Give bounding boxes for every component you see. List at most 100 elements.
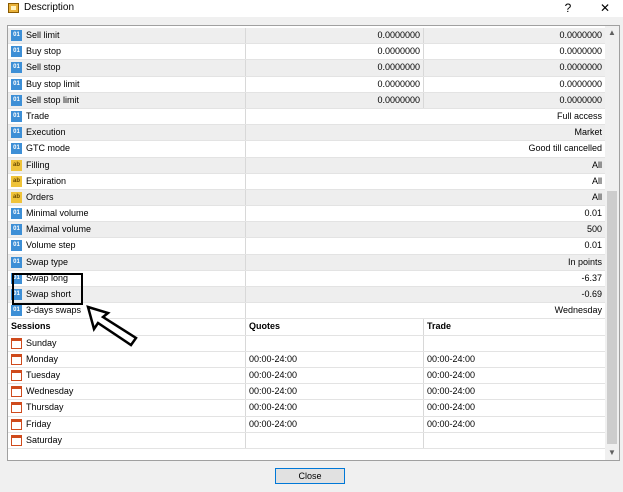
vertical-scrollbar[interactable]: ▲ ▼ — [605, 26, 619, 460]
session-day-cell: Friday — [8, 416, 246, 432]
session-trade: 00:00-24:00 — [427, 418, 476, 429]
property-row[interactable]: 01 Swap long -6.37 — [8, 270, 605, 287]
property-row[interactable]: 01 Swap type In points — [8, 254, 605, 271]
property-name: Trade — [26, 110, 50, 121]
property-value-cell: All — [246, 174, 605, 189]
session-trade-cell: 00:00-24:00 — [424, 400, 605, 415]
property-value-cell: Wednesday — [246, 303, 605, 318]
session-day: Monday — [26, 353, 59, 364]
session-day: Saturday — [26, 434, 63, 445]
session-day-cell: Tuesday — [8, 367, 246, 384]
property-name: Filling — [26, 159, 50, 170]
session-row[interactable]: Wednesday 00:00-24:00 00:00-24:00 — [8, 384, 605, 401]
property-value-cell: Good till cancelled — [246, 141, 605, 156]
quotes-header-cell: Quotes — [246, 319, 424, 335]
property-row[interactable]: ab Orders All — [8, 189, 605, 207]
scroll-down-icon[interactable]: ▼ — [605, 446, 619, 460]
property-row[interactable]: 01 Swap short -0.69 — [8, 287, 605, 304]
property-name-cell: 01 Volume step — [8, 238, 246, 254]
trade-value-cell: 0.0000000 — [424, 77, 605, 92]
number-icon: 01 — [11, 256, 22, 268]
session-day-cell: Monday — [8, 351, 246, 367]
session-quotes: 00:00-24:00 — [249, 353, 298, 364]
property-value-cell: -6.37 — [246, 271, 605, 286]
help-button[interactable]: ? — [556, 0, 580, 17]
calendar-icon — [11, 434, 22, 446]
session-quotes-cell — [246, 432, 424, 448]
trade-value-cell: 0.0000000 — [424, 60, 605, 75]
property-row[interactable]: 01 Sell stop limit 0.0000000 0.0000000 — [8, 92, 605, 109]
session-trade-cell — [424, 336, 605, 351]
session-quotes-cell: 00:00-24:00 — [246, 400, 424, 416]
scroll-up-icon[interactable]: ▲ — [605, 26, 619, 40]
session-trade: 00:00-24:00 — [427, 402, 476, 413]
property-value-cell: -0.69 — [246, 287, 605, 302]
property-row[interactable]: 01 Sell limit 0.0000000 0.0000000 — [8, 28, 605, 45]
quotes-header: Quotes — [249, 321, 281, 332]
text-icon: ab — [11, 175, 22, 187]
session-trade: 00:00-24:00 — [427, 386, 476, 397]
property-row[interactable]: 01 Volume step 0.01 — [8, 238, 605, 255]
quote-value-cell: 0.0000000 — [246, 92, 424, 108]
session-quotes: 00:00-24:00 — [249, 402, 298, 413]
property-name-cell: ab Orders — [8, 189, 246, 206]
text-icon: ab — [11, 191, 22, 203]
property-row[interactable]: 01 GTC mode Good till cancelled — [8, 141, 605, 158]
close-button[interactable]: Close — [275, 468, 345, 484]
property-row[interactable]: ab Expiration All — [8, 173, 605, 190]
property-value: 500 — [586, 224, 602, 235]
property-name-cell: 01 Minimal volume — [8, 206, 246, 222]
pointer-arrow-icon — [86, 305, 138, 347]
property-value: All — [591, 175, 602, 186]
session-day-cell: Saturday — [8, 432, 246, 448]
trade-header-cell: Trade — [424, 319, 605, 334]
symbol-properties-table: 01 Sell limit 0.0000000 0.0000000 01 Buy stop… — [7, 25, 620, 461]
property-name: Volume step — [26, 240, 76, 251]
property-value: All — [591, 159, 602, 170]
property-row[interactable]: 01 Execution Market — [8, 125, 605, 142]
scrollbar-thumb[interactable] — [607, 191, 617, 444]
property-value-cell: 0.01 — [246, 238, 605, 253]
session-trade-cell: 00:00-24:00 — [424, 384, 605, 399]
session-trade-cell: 00:00-24:00 — [424, 368, 605, 383]
property-name: 3-days swaps — [26, 305, 82, 316]
session-row[interactable]: Thursday 00:00-24:00 00:00-24:00 — [8, 400, 605, 417]
trade-value: 0.0000000 — [559, 78, 602, 89]
property-row[interactable]: 01 Buy stop 0.0000000 0.0000000 — [8, 44, 605, 61]
session-row[interactable]: Monday 00:00-24:00 00:00-24:00 — [8, 351, 605, 368]
session-row[interactable]: Tuesday 00:00-24:00 00:00-24:00 — [8, 367, 605, 385]
calendar-icon — [11, 369, 22, 381]
session-day-cell: Wednesday — [8, 384, 246, 400]
session-trade: 00:00-24:00 — [427, 353, 476, 364]
property-row[interactable]: 01 Maximal volume 500 — [8, 222, 605, 239]
title-bar: Description ? ✕ — [0, 0, 623, 17]
trade-value: 0.0000000 — [559, 94, 602, 105]
property-row[interactable]: ab Filling All — [8, 157, 605, 174]
session-row[interactable]: Saturday — [8, 432, 605, 449]
session-day: Tuesday — [26, 369, 61, 380]
property-value: -6.37 — [581, 272, 602, 283]
session-quotes: 00:00-24:00 — [249, 418, 298, 429]
property-name: GTC mode — [26, 143, 71, 154]
property-name: Buy stop — [26, 46, 62, 57]
property-name: Buy stop limit — [26, 78, 80, 89]
number-icon: 01 — [11, 143, 22, 155]
session-row[interactable]: Friday 00:00-24:00 00:00-24:00 — [8, 416, 605, 433]
property-row[interactable]: 01 Buy stop limit 0.0000000 0.0000000 — [8, 76, 605, 93]
property-name-cell: 01 Swap type — [8, 254, 246, 270]
trade-value-cell: 0.0000000 — [424, 28, 605, 43]
property-name-cell: 01 Trade — [8, 108, 246, 125]
property-name: Swap type — [26, 256, 69, 267]
property-row[interactable]: 01 Trade Full access — [8, 108, 605, 126]
property-name: Orders — [26, 191, 54, 202]
property-row[interactable]: 01 Minimal volume 0.01 — [8, 206, 605, 223]
number-icon: 01 — [11, 127, 22, 139]
quote-value-cell: 0.0000000 — [246, 44, 424, 60]
property-value-cell: In points — [246, 255, 605, 270]
close-window-button[interactable]: ✕ — [593, 0, 617, 17]
property-row[interactable]: 01 Sell stop 0.0000000 0.0000000 — [8, 60, 605, 77]
property-name-cell: 01 Sell stop — [8, 60, 246, 76]
number-icon: 01 — [11, 208, 22, 220]
quote-value: 0.0000000 — [377, 94, 420, 105]
property-name: Expiration — [26, 175, 67, 186]
